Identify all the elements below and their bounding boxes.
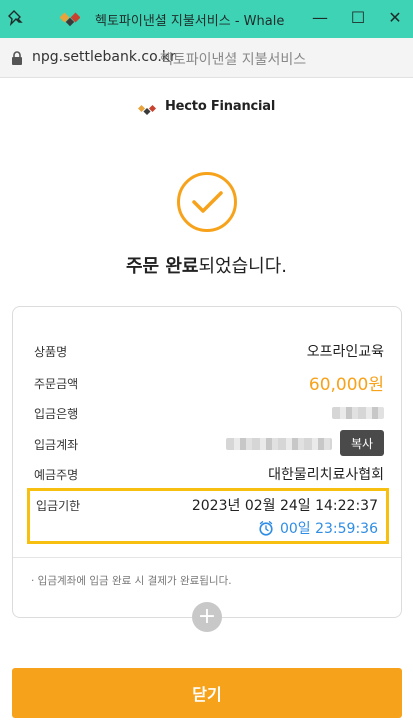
status-rest: 되었습니다. bbox=[198, 256, 288, 277]
account-row: 입금계좌 복사 bbox=[34, 430, 384, 456]
logo-icon bbox=[137, 101, 156, 115]
deadline-label: 입금기한 bbox=[36, 499, 81, 513]
address-bar[interactable]: npg.settlebank.co.kr 헥토파이낸셜 지불서비스 bbox=[0, 38, 413, 78]
product-row: 상품명 오프라인교육 bbox=[34, 340, 384, 362]
check-circle-icon bbox=[176, 171, 238, 233]
pin-icon[interactable] bbox=[6, 8, 28, 30]
remaining-value: 00일 23:59:36 bbox=[279, 521, 378, 537]
maximize-button[interactable]: ☐ bbox=[345, 6, 371, 30]
status-strong: 주문 완료 bbox=[125, 256, 199, 277]
bank-label: 입금은행 bbox=[34, 407, 79, 421]
amount-value: 60,000원 bbox=[308, 375, 384, 395]
amount-label: 주문금액 bbox=[34, 377, 79, 391]
amount-row: 주문금액 60,000원 bbox=[34, 372, 384, 395]
window-title: 헥토파이낸셜 지불서비스 - Whale bbox=[95, 14, 285, 29]
account-label: 입금계좌 bbox=[34, 438, 79, 452]
minimize-button[interactable]: — bbox=[307, 6, 333, 30]
product-label: 상품명 bbox=[34, 345, 68, 359]
url-domain[interactable]: npg.settlebank.co.kr bbox=[32, 49, 176, 65]
deadline-box: 입금기한 2023년 02월 24일 14:22:37 00일 23:59:36 bbox=[27, 488, 389, 544]
bank-row: 입금은행 bbox=[34, 402, 384, 424]
holder-value: 대한물리치료사협회 bbox=[268, 467, 384, 483]
clock-icon bbox=[258, 520, 274, 536]
card-divider bbox=[13, 557, 401, 558]
payment-note: · 입금계좌에 입금 완료 시 결제가 완료됩니다. bbox=[31, 575, 232, 587]
close-window-button[interactable]: ✕ bbox=[382, 6, 408, 30]
order-complete-message: 주문 완료되었습니다. bbox=[0, 252, 413, 278]
window-titlebar: 헥토파이낸셜 지불서비스 - Whale — ☐ ✕ bbox=[0, 0, 413, 38]
logo-icon bbox=[59, 11, 81, 27]
brand-name: Hecto Financial bbox=[165, 99, 276, 114]
close-button[interactable]: 닫기 bbox=[12, 668, 402, 718]
holder-label: 예금주명 bbox=[34, 468, 79, 482]
plus-icon[interactable]: + bbox=[192, 602, 222, 632]
order-info-card: 상품명 오프라인교육 주문금액 60,000원 입금은행 입금계좌 복사 예금주… bbox=[12, 306, 402, 618]
remaining-time: 00일 23:59:36 bbox=[258, 518, 378, 538]
deadline-value: 2023년 02월 24일 14:22:37 bbox=[191, 498, 378, 514]
brand-header: Hecto Financial bbox=[0, 96, 413, 116]
lock-icon bbox=[10, 50, 24, 66]
product-value: 오프라인교육 bbox=[306, 344, 384, 360]
url-page-title: 헥토파이낸셜 지불서비스 bbox=[160, 52, 307, 68]
holder-row: 예금주명 대한물리치료사협회 bbox=[34, 463, 384, 485]
bank-value-redacted bbox=[332, 407, 384, 423]
account-value-redacted bbox=[226, 438, 332, 454]
copy-button[interactable]: 복사 bbox=[340, 430, 384, 456]
